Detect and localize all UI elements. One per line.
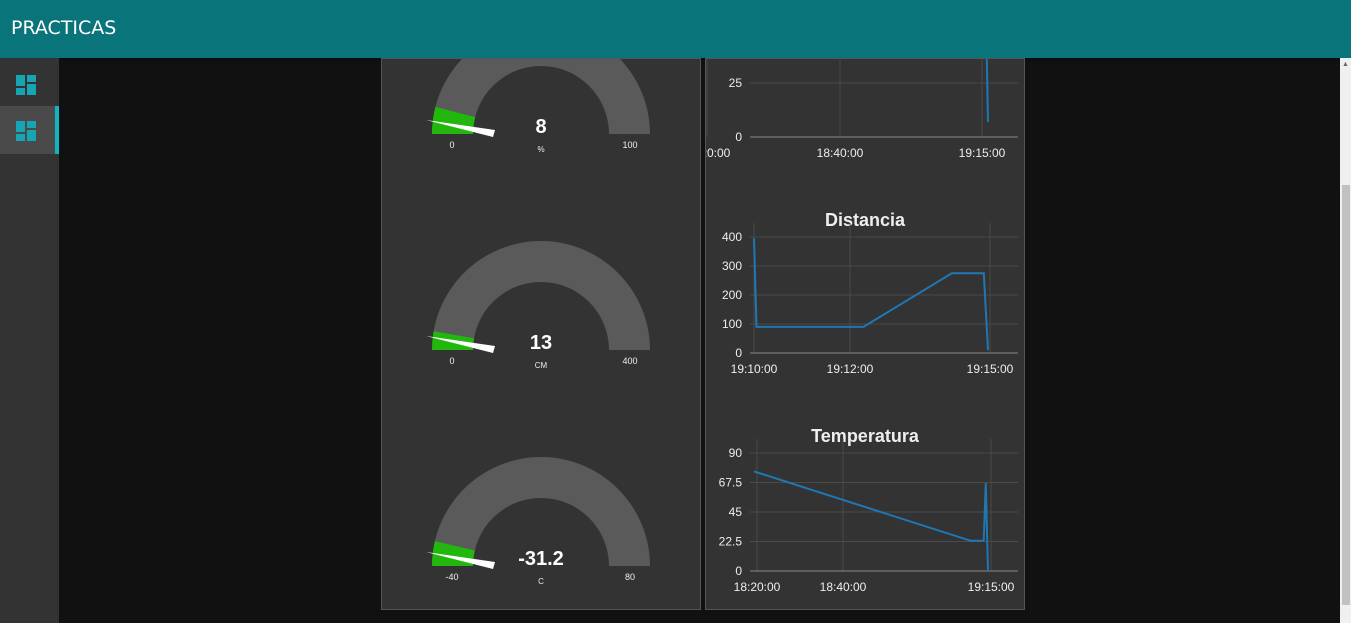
sidebar [0,58,59,623]
gauge-min-label: -40 [445,572,458,582]
gauge-value: 8 [535,116,546,138]
gauge-units: % [537,145,544,154]
chart-x-tick-label: 19:15:00 [967,362,1014,376]
gauge-max-label: 80 [625,572,635,582]
sidebar-item-dashboard-2[interactable] [0,106,59,154]
gauge-max-label: 400 [622,356,637,366]
scrollbar-thumb[interactable] [1342,185,1350,605]
gauges-canvas: 8%0100Distancia13CM0400Temperatura-31.2C… [426,59,650,586]
chart-x-tick-label: 18:40:00 [820,580,867,594]
gauge-max-label: 100 [622,140,637,150]
chart-series-line [753,470,989,572]
chart-y-tick-label: 67.5 [719,476,743,490]
chart-x-tick-label: 18:20:00 [706,146,731,160]
chart-y-tick-label: 400 [722,230,742,244]
dashboard-icon [16,121,36,141]
chart-y-tick-label: 90 [729,446,743,460]
charts-panel: 0255018:20:0018:40:0019:15:00Distancia01… [705,58,1025,610]
gauge-min-label: 0 [449,356,454,366]
chart-y-tick-label: 0 [735,346,742,360]
gauge-units: C [538,577,544,586]
chart-title: Temperatura [811,426,920,446]
chart-series-line [985,59,989,122]
chart-y-tick-label: 300 [722,259,742,273]
chart-title: Distancia [825,210,906,230]
chart-y-tick-label: 200 [722,288,742,302]
dashboard-icon [16,75,36,95]
chart-y-tick-label: 0 [735,564,742,578]
chart-series-line [753,238,989,351]
chart-x-tick-label: 19:10:00 [731,362,778,376]
chart-y-tick-label: 100 [722,317,742,331]
app-title: PRACTICAS [11,17,117,39]
chart-x-tick-label: 19:15:00 [968,580,1015,594]
chart-y-tick-label: 0 [735,130,742,144]
chart-x-tick-label: 18:40:00 [817,146,864,160]
sidebar-item-dashboard-1[interactable] [0,60,59,108]
gauge-value: 13 [530,332,552,354]
charts-canvas: 0255018:20:0018:40:0019:15:00Distancia01… [706,59,1018,594]
gauge-min-label: 0 [449,140,454,150]
chart-x-tick-label: 19:12:00 [827,362,874,376]
chart-x-tick-label: 19:15:00 [959,146,1006,160]
gauges-panel: 8%0100Distancia13CM0400Temperatura-31.2C… [381,58,701,610]
chart-x-tick-label: 18:20:00 [734,580,781,594]
gauge-units: CM [535,361,548,370]
chart-y-tick-label: 45 [729,505,743,519]
scroll-up-arrow-icon[interactable]: ▲ [1342,61,1349,68]
chart-y-tick-label: 25 [729,76,743,90]
top-header-bar: PRACTICAS [0,0,1351,58]
gauge-value: -31.2 [518,548,564,570]
chart-y-tick-label: 22.5 [719,535,743,549]
